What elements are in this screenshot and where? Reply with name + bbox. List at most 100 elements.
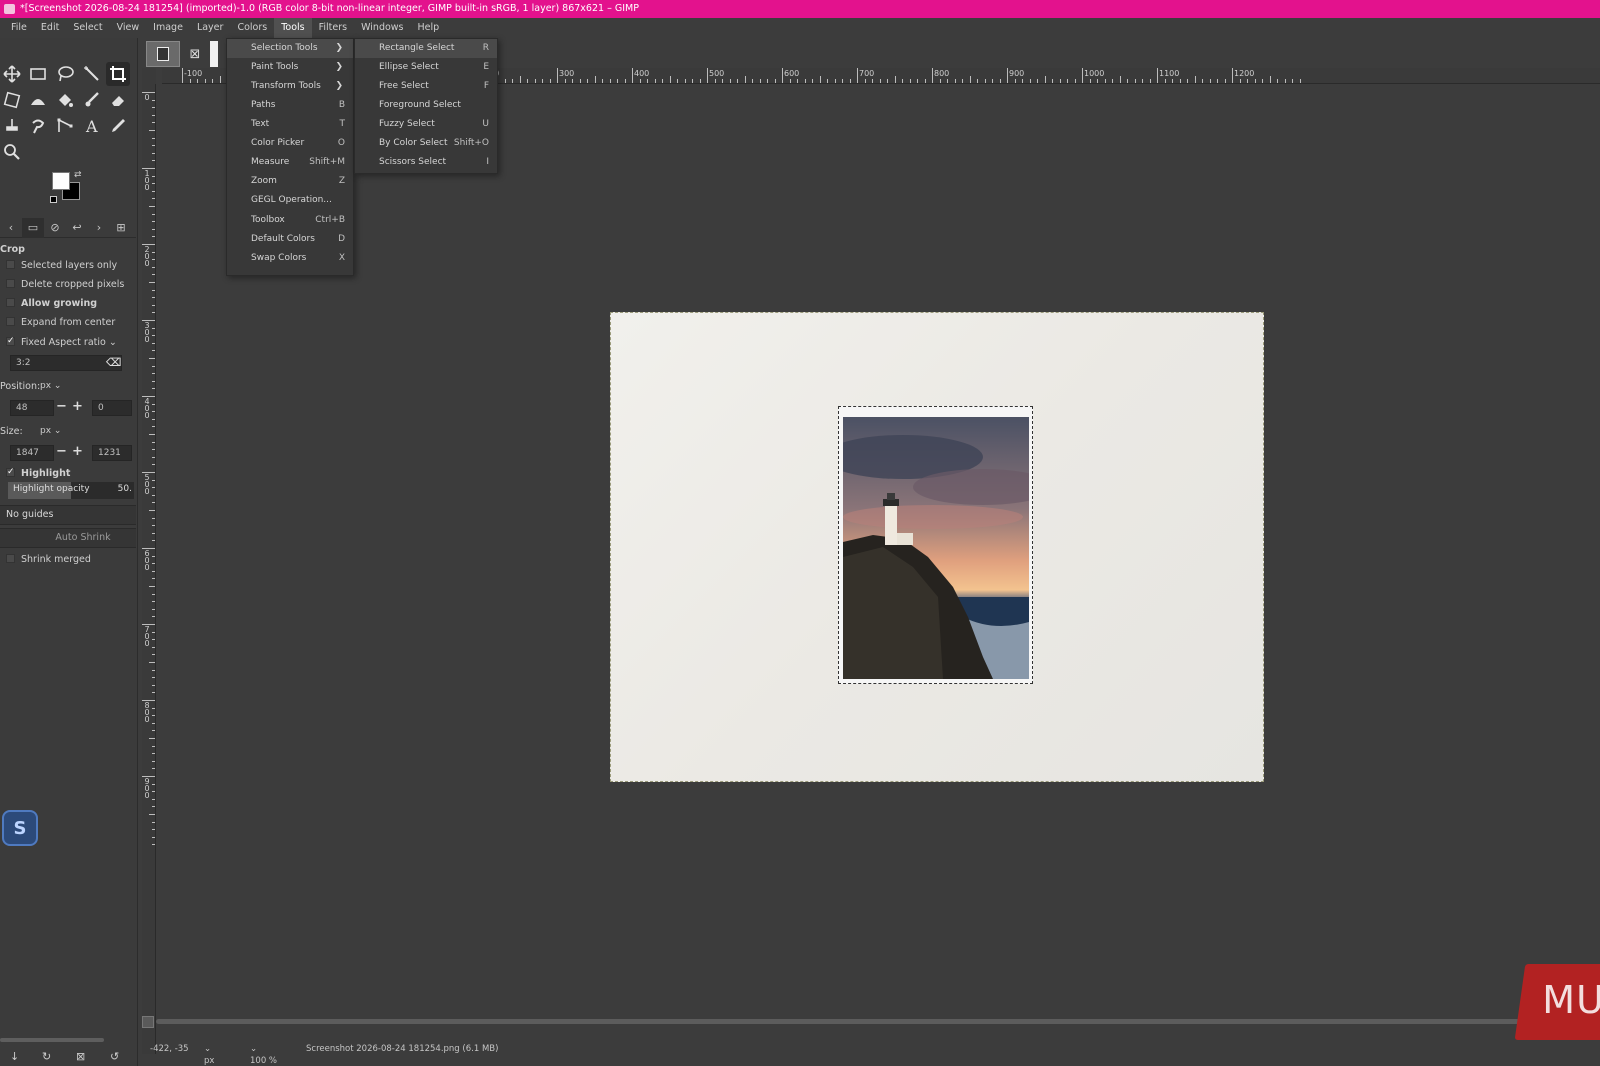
floating-app-icon[interactable]: S — [2, 810, 38, 846]
bucket-fill-tool-icon[interactable] — [53, 88, 77, 112]
delete-cropped-option[interactable]: Delete cropped pixels — [0, 279, 124, 290]
menu-item-fuzzy-select[interactable]: Fuzzy Select U — [355, 115, 497, 134]
highlight-option[interactable]: Highlight — [0, 468, 70, 479]
menu-item-rectangle-select[interactable]: Rectangle Select R — [355, 39, 497, 58]
size-h-field[interactable]: 1231 — [92, 445, 132, 461]
close-image-icon[interactable]: ⊠ — [184, 41, 206, 67]
device-status-tab-icon[interactable]: ⊘ — [44, 218, 66, 238]
default-colors-icon[interactable] — [50, 196, 57, 203]
undo-history-tab-icon[interactable]: ↩ — [66, 218, 88, 238]
auto-shrink-button[interactable]: Auto Shrink — [0, 528, 136, 548]
vertical-ruler[interactable]: 0 100 200 300 400 500 600 700 800 900 — [142, 84, 156, 1054]
size-unit-select[interactable]: px ⌄ — [40, 423, 61, 439]
menu-item-paint-tools[interactable]: Paint Tools ❯ — [227, 58, 353, 77]
zoom-select[interactable]: 100 % ⌄ — [250, 1044, 277, 1066]
paintbrush-tool-icon[interactable] — [80, 88, 104, 112]
guides-select[interactable]: No guides — [0, 505, 136, 525]
restore-options-icon[interactable]: ↻ — [42, 1050, 51, 1063]
menu-item-paths[interactable]: Paths B — [227, 96, 353, 115]
image-tab-thumbnail[interactable] — [146, 41, 180, 67]
smudge-tool-icon[interactable] — [26, 114, 50, 138]
eraser-tool-icon[interactable] — [106, 88, 130, 112]
menu-help[interactable]: Help — [411, 18, 447, 38]
dock-prev-icon[interactable]: ‹ — [0, 218, 22, 238]
unified-transform-tool-icon[interactable] — [0, 88, 24, 112]
menu-item-toolbox[interactable]: Toolbox Ctrl+B — [227, 211, 353, 230]
menu-item-ellipse-select[interactable]: Ellipse Select E — [355, 58, 497, 77]
color-picker-tool-icon[interactable] — [106, 114, 130, 138]
menu-item-by-color-select[interactable]: By Color Select Shift+O — [355, 134, 497, 153]
menu-image[interactable]: Image — [146, 18, 190, 38]
clone-tool-icon[interactable] — [0, 114, 24, 138]
fg-bg-color-selector[interactable]: ⇄ — [50, 170, 86, 206]
paths-tool-icon[interactable] — [53, 114, 77, 138]
allow-growing-checkbox[interactable] — [6, 298, 15, 307]
selected-layers-only-option[interactable]: Selected layers only — [0, 260, 117, 271]
menu-colors[interactable]: Colors — [230, 18, 274, 38]
tool-options-tab-icon[interactable]: ▭ — [22, 217, 44, 238]
menu-item-text[interactable]: Text T — [227, 115, 353, 134]
text-tool-icon[interactable]: A — [80, 114, 104, 138]
menu-item-free-select[interactable]: Free Select F — [355, 77, 497, 96]
dock-menu-icon[interactable]: ⊞ — [110, 218, 132, 238]
dock-next-icon[interactable]: › — [88, 218, 110, 238]
fuzzy-select-tool-icon[interactable] — [80, 62, 104, 86]
scrollbar-thumb[interactable] — [156, 1019, 1600, 1024]
size-w-decrement-icon[interactable]: − — [56, 445, 67, 459]
menu-item-measure[interactable]: Measure Shift+M — [227, 153, 353, 172]
menu-item-swap-colors[interactable]: Swap Colors X — [227, 249, 353, 268]
menu-filters[interactable]: Filters — [312, 18, 354, 38]
menu-file[interactable]: File — [4, 18, 34, 38]
zoom-tool-icon[interactable] — [0, 140, 24, 164]
warp-tool-icon[interactable] — [26, 88, 50, 112]
shrink-merged-option[interactable]: Shrink merged — [0, 554, 91, 565]
lasso-tool-icon[interactable] — [53, 62, 77, 86]
menu-item-zoom[interactable]: Zoom Z — [227, 172, 353, 191]
highlight-opacity-slider[interactable]: Highlight opacity 50. — [8, 482, 134, 499]
move-tool-icon[interactable] — [0, 62, 24, 86]
selected-layers-only-checkbox[interactable] — [6, 260, 15, 269]
position-unit-select[interactable]: px ⌄ — [40, 378, 61, 394]
menu-windows[interactable]: Windows — [354, 18, 410, 38]
crop-tool-icon[interactable] — [106, 62, 130, 86]
swap-colors-icon[interactable]: ⇄ — [74, 170, 82, 180]
expand-from-center-checkbox[interactable] — [6, 317, 15, 326]
crop-selection[interactable] — [838, 406, 1033, 684]
menu-layer[interactable]: Layer — [190, 18, 231, 38]
menu-item-transform-tools[interactable]: Transform Tools ❯ — [227, 77, 353, 96]
position-x-increment-icon[interactable]: + — [72, 400, 83, 414]
fixed-mode-select[interactable]: Fixed Aspect ratio — [21, 337, 106, 348]
size-w-increment-icon[interactable]: + — [72, 445, 83, 459]
expand-from-center-option[interactable]: Expand from center — [0, 317, 115, 328]
menu-item-gegl-operation[interactable]: GEGL Operation... — [227, 191, 353, 210]
fixed-option[interactable]: Fixed Aspect ratio ⌄ — [0, 337, 117, 348]
menu-tools[interactable]: Tools — [274, 18, 312, 38]
menu-item-default-colors[interactable]: Default Colors D — [227, 230, 353, 249]
highlight-checkbox[interactable] — [6, 468, 15, 477]
size-w-field[interactable]: 1847 — [10, 445, 54, 461]
shrink-merged-checkbox[interactable] — [6, 554, 15, 563]
toolbox-scrollbar[interactable] — [0, 1038, 104, 1042]
menu-item-color-picker[interactable]: Color Picker O — [227, 134, 353, 153]
fixed-checkbox[interactable] — [6, 337, 15, 346]
ruler-corner-icon[interactable] — [142, 68, 156, 84]
delete-cropped-checkbox[interactable] — [6, 279, 15, 288]
save-options-icon[interactable]: ↓ — [10, 1050, 19, 1063]
navigate-icon[interactable] — [142, 1016, 154, 1028]
position-x-decrement-icon[interactable]: − — [56, 400, 67, 414]
delete-options-icon[interactable]: ⊠ — [76, 1050, 85, 1063]
menu-edit[interactable]: Edit — [34, 18, 66, 38]
foreground-color-swatch[interactable] — [52, 172, 70, 190]
clear-field-icon[interactable]: ⌫ — [106, 356, 122, 370]
menu-item-selection-tools[interactable]: Selection Tools ❯ — [227, 39, 353, 58]
position-y-field[interactable]: 0 — [92, 400, 132, 416]
menu-select[interactable]: Select — [66, 18, 109, 38]
menu-item-scissors-select[interactable]: Scissors Select I — [355, 153, 497, 172]
reset-options-icon[interactable]: ↺ — [110, 1050, 119, 1063]
menu-item-foreground-select[interactable]: Foreground Select — [355, 96, 497, 115]
rect-select-tool-icon[interactable] — [26, 62, 50, 86]
position-x-field[interactable]: 48 — [10, 400, 54, 416]
unit-select[interactable]: px ⌄ — [204, 1044, 214, 1066]
allow-growing-option[interactable]: Allow growing — [0, 298, 97, 309]
chevron-down-icon[interactable]: ⌄ — [109, 337, 117, 348]
